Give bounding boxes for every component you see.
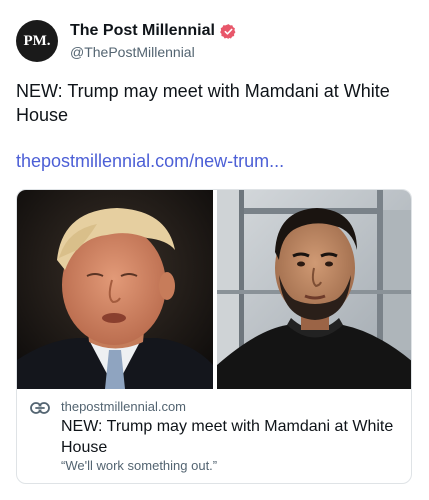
link-preview-card[interactable]: thepostmillennial.com NEW: Trump may mee… [16, 189, 412, 484]
post: PM. The Post Millennial @ThePostMillenni… [0, 0, 429, 500]
post-text: NEW: Trump may meet with Mamdani at Whit… [16, 81, 390, 125]
card-title: NEW: Trump may meet with Mamdani at Whit… [61, 418, 394, 456]
author-name-row[interactable]: The Post Millennial [70, 22, 237, 40]
verified-badge-icon [220, 23, 236, 39]
card-images [17, 190, 411, 389]
author-handle[interactable]: @ThePostMillennial [70, 44, 195, 60]
avatar[interactable]: PM. [16, 20, 58, 62]
card-description: “We'll work something out.” [61, 458, 218, 473]
post-link[interactable]: thepostmillennial.com/new-trum... [16, 151, 284, 172]
card-domain: thepostmillennial.com [61, 399, 187, 414]
display-name[interactable]: The Post Millennial [70, 22, 215, 40]
avatar-text: PM. [23, 32, 51, 49]
card-image-right [217, 190, 411, 389]
link-icon [30, 402, 50, 414]
card-image-left [17, 190, 213, 389]
